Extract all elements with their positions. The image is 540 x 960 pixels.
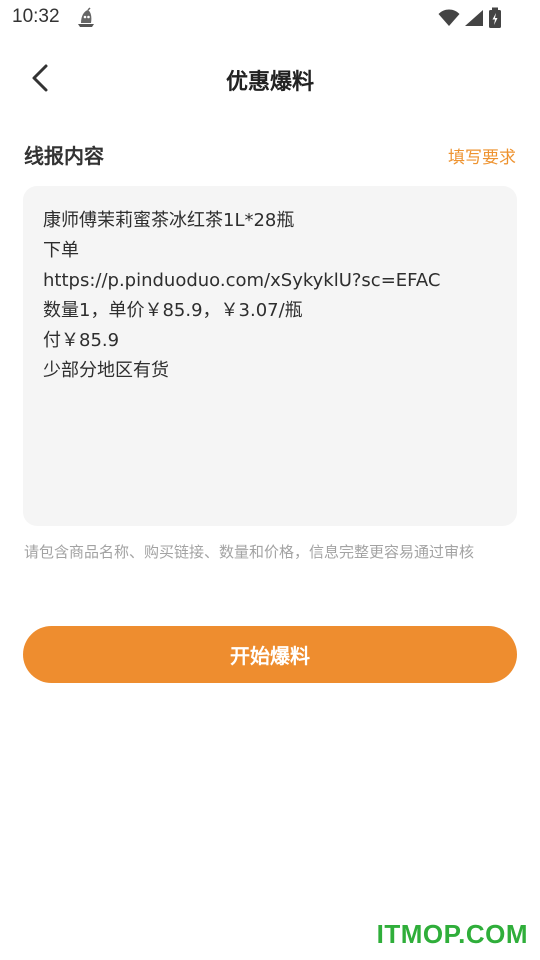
section-header: 线报内容 填写要求 — [24, 138, 516, 170]
content-line-payment: 付￥85.9 — [43, 330, 120, 351]
content-line-availability: 少部分地区有货 — [43, 360, 169, 381]
requirements-link[interactable]: 填写要求 — [448, 143, 516, 168]
watermark-logo: ITMOP.COM — [376, 919, 528, 949]
content-line-order: 下单 — [43, 240, 79, 261]
battery-charging-icon — [488, 7, 502, 33]
content-line-link: https://p.pinduoduo.com/xSykyklU?sc=EFAC — [43, 270, 441, 291]
status-time: 10:32 — [12, 6, 60, 27]
page-title: 优惠爆料 — [225, 70, 314, 95]
signal-icon — [464, 9, 484, 31]
content-line-quantity-price: 数量1，单价￥85.9，￥3.07/瓶 — [43, 300, 303, 321]
status-icons — [438, 7, 502, 33]
nav-bar: 优惠爆料 — [0, 50, 540, 108]
content-line-product: 康师傅茉莉蜜茶冰红茶1L*28瓶 — [43, 210, 295, 231]
content-textarea[interactable]: 康师傅茉莉蜜茶冰红茶1L*28瓶 下单 https://p.pinduoduo.… — [23, 186, 517, 526]
section-title: 线报内容 — [24, 144, 104, 168]
hint-text: 请包含商品名称、购买链接、数量和价格，信息完整更容易通过审核 — [24, 543, 475, 561]
wifi-icon — [438, 9, 460, 31]
status-bar: 10:32 — [0, 0, 540, 38]
ghost-ship-icon — [74, 6, 98, 30]
submit-button[interactable]: 开始爆料 — [23, 626, 517, 683]
